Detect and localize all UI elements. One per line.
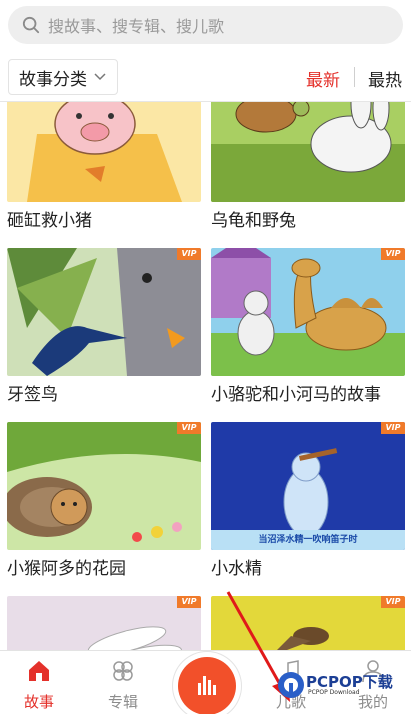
story-grid: 砸缸救小猪 乌龟和野兔 VIP 牙签鸟 VIP 小骆驼和小河马的故事 VIP 小…: [0, 102, 411, 650]
chevron-down-icon: [94, 73, 106, 81]
search-input[interactable]: 搜故事、搜专辑、搜儿歌: [8, 6, 403, 44]
story-thumbnail: VIP: [7, 422, 201, 550]
story-thumbnail: VIP: [211, 248, 405, 376]
story-thumbnail: [211, 102, 405, 202]
sort-hottest-tab[interactable]: 最热: [368, 66, 402, 91]
story-thumbnail: VIP: [7, 248, 201, 376]
vip-badge: VIP: [381, 248, 405, 260]
story-title: 乌龟和野兔: [211, 211, 296, 231]
home-icon: [29, 661, 49, 681]
search-bar: 搜故事、搜专辑、搜儿歌: [0, 0, 411, 52]
sort-newest-tab[interactable]: 最新: [306, 66, 340, 91]
search-placeholder: 搜故事、搜专辑、搜儿歌: [48, 17, 225, 36]
story-title: 小骆驼和小河马的故事: [211, 385, 381, 405]
filter-bar: 故事分类 最新 最热: [0, 52, 411, 102]
story-title: 砸缸救小猪: [7, 211, 92, 231]
player-button[interactable]: [178, 657, 236, 714]
story-thumbnail: [7, 102, 201, 202]
thumbnail-caption: 当沼泽水精一吹响笛子时: [258, 535, 358, 545]
nav-story-label: 故事: [23, 693, 54, 711]
search-icon: [22, 16, 40, 34]
watermark-logo-icon: [278, 672, 304, 698]
story-title: 小猴阿多的花园: [7, 559, 126, 579]
audio-bars-icon: [198, 676, 216, 695]
story-title: 牙签鸟: [7, 385, 58, 405]
album-icon: [113, 661, 133, 681]
nav-album-tab[interactable]: 专辑: [88, 651, 158, 714]
nav-album-label: 专辑: [107, 693, 138, 711]
category-dropdown[interactable]: 故事分类: [8, 59, 118, 95]
story-thumbnail: VIP: [7, 596, 201, 650]
story-title: 小水精: [211, 559, 262, 579]
nav-story-tab[interactable]: 故事: [4, 651, 74, 714]
category-label: 故事分类: [19, 69, 87, 90]
watermark-sub: PCPOP Download: [308, 689, 360, 696]
vip-badge: VIP: [381, 422, 405, 434]
vip-badge: VIP: [177, 596, 201, 608]
sort-divider: [354, 67, 355, 87]
vip-badge: VIP: [177, 248, 201, 260]
watermark: PCPOP下载 PCPOP Download: [272, 662, 408, 712]
story-thumbnail: VIP 当沼泽水精一吹响笛子时: [211, 422, 405, 550]
story-thumbnail: VIP: [211, 596, 405, 650]
vip-badge: VIP: [381, 596, 405, 608]
vip-badge: VIP: [177, 422, 201, 434]
